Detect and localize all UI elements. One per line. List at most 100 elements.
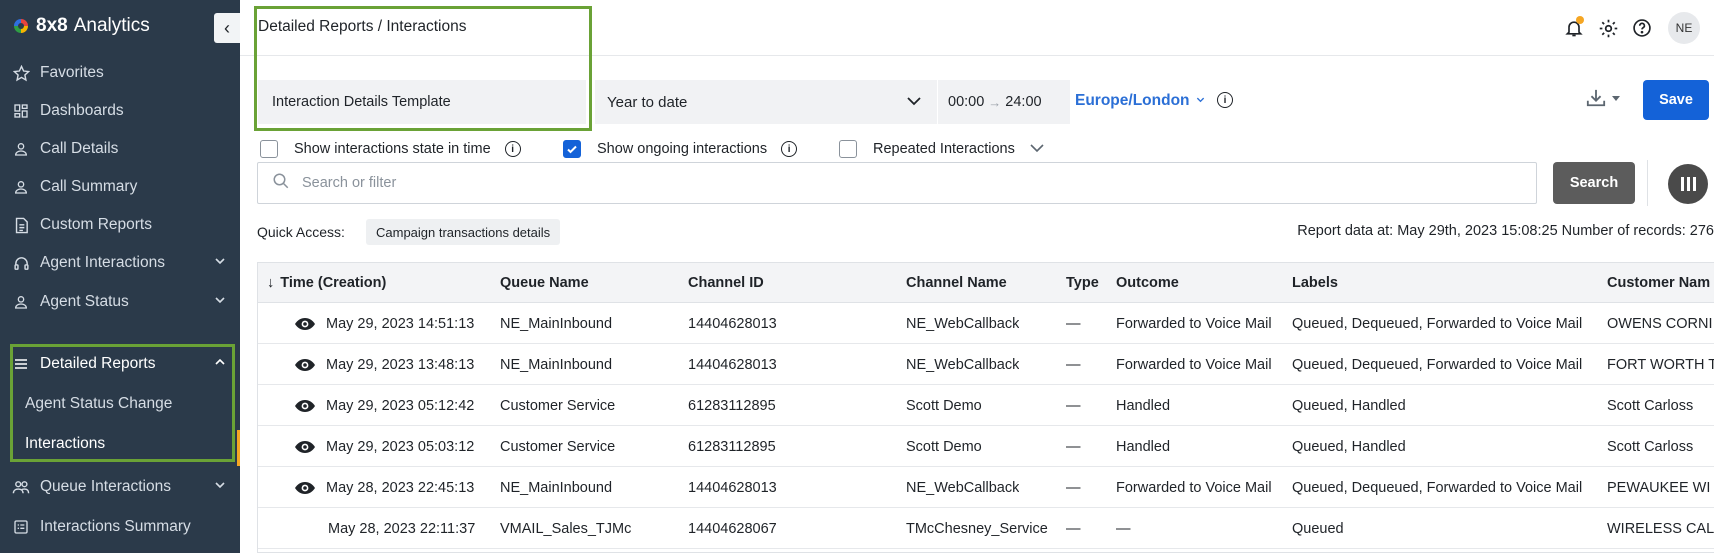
cell-labels: Queued, Handled — [1292, 438, 1406, 455]
eye-icon[interactable] — [294, 440, 316, 454]
period-select[interactable]: Year to date — [595, 80, 937, 124]
interactions-table: ↓ Time (Creation) Queue Name Channel ID … — [257, 262, 1714, 553]
toolbar-divider — [1647, 160, 1648, 206]
person-icon — [12, 140, 30, 158]
repeated-interactions-checkbox[interactable] — [839, 140, 857, 158]
cell-time: May 29, 2023 13:48:13 — [326, 356, 475, 373]
sidebar-item-label: Custom Reports — [40, 216, 152, 233]
column-header-customer-name[interactable]: Customer Nam — [1607, 263, 1710, 303]
table-row[interactable]: May 29, 2023 05:12:42 Customer Service 612… — [258, 385, 1714, 426]
table-row[interactable]: May 29, 2023 14:51:13 NE_MainInbound 14404… — [258, 303, 1714, 344]
cell-queue-name: VMAIL_Sales_TJMc — [500, 520, 632, 537]
sidebar: 8x8 Analytics ‹ Favorites Dashboards Cal… — [0, 0, 240, 553]
highlight-frame-header — [254, 6, 592, 131]
download-icon — [1586, 89, 1606, 107]
brand-logo-icon — [14, 19, 28, 33]
sidebar-item-label: Agent Status — [40, 293, 129, 310]
timezone-select[interactable]: Europe/London — [1075, 92, 1205, 110]
cell-channel-name: TMcChesney_Service — [906, 520, 1048, 537]
cell-channel-name: NE_WebCallback — [906, 356, 1020, 373]
table-row[interactable]: May 29, 2023 05:03:12 Customer Service 612… — [258, 426, 1714, 467]
cell-customer-name: FORT WORTH T — [1607, 356, 1714, 373]
cell-customer-name: OWENS CORNI — [1607, 315, 1713, 332]
option-label: Repeated Interactions — [873, 141, 1015, 157]
table-header: ↓ Time (Creation) Queue Name Channel ID … — [258, 263, 1714, 303]
column-header-queue-name[interactable]: Queue Name — [500, 263, 589, 303]
cell-queue-name: NE_MainInbound — [500, 315, 613, 332]
cell-queue-name: NE_MainInbound — [500, 479, 613, 496]
arrow-right-icon: → — [988, 94, 1002, 110]
eye-icon[interactable] — [294, 399, 316, 413]
option-repeated: Repeated Interactions — [839, 138, 1045, 160]
sidebar-item-label: Call Details — [40, 140, 119, 157]
option-label: Show ongoing interactions — [597, 141, 768, 157]
cell-channel-id: 14404628013 — [688, 356, 777, 373]
help-button[interactable] — [1626, 12, 1658, 44]
columns-icon-bar — [1692, 177, 1696, 191]
chevron-down-icon — [214, 479, 226, 494]
notifications-button[interactable] — [1558, 12, 1590, 44]
cell-time: May 29, 2023 14:51:13 — [326, 315, 475, 332]
table-row[interactable]: May 29, 2023 13:48:13 NE_MainInbound 14404… — [258, 344, 1714, 385]
column-header-channel-id[interactable]: Channel ID — [688, 263, 764, 303]
sidebar-item-favorites[interactable]: Favorites — [0, 53, 240, 93]
avatar[interactable]: NE — [1668, 12, 1700, 44]
sidebar-item-call-details[interactable]: Call Details — [0, 129, 240, 169]
timezone-value: Europe/London — [1075, 92, 1190, 109]
sidebar-item-agent-interactions[interactable]: Agent Interactions — [0, 243, 240, 283]
cell-time: May 29, 2023 05:03:12 — [326, 438, 475, 455]
highlight-frame-sidebar — [10, 344, 235, 462]
download-button[interactable] — [1585, 88, 1621, 108]
cell-time: May 28, 2023 22:11:37 — [328, 520, 476, 537]
sidebar-item-agent-status[interactable]: Agent Status — [0, 282, 240, 322]
brand-name: Analytics — [73, 15, 150, 36]
cell-outcome: Handled — [1116, 438, 1171, 455]
column-settings-button[interactable] — [1668, 164, 1708, 204]
sidebar-item-dashboards[interactable]: Dashboards — [0, 91, 240, 131]
cell-customer-name: WIRELESS CAL — [1607, 520, 1714, 537]
chevron-down-icon — [214, 294, 226, 309]
table-row[interactable]: May 28, 2023 22:45:13 NE_MainInbound 14404… — [258, 467, 1714, 508]
quick-access-chip[interactable]: Campaign transactions details — [366, 219, 561, 245]
sidebar-item-queue-interactions[interactable]: Queue Interactions — [0, 467, 240, 507]
eye-icon[interactable] — [294, 358, 316, 372]
sidebar-item-label: Call Summary — [40, 178, 138, 195]
column-header-labels[interactable]: Labels — [1292, 263, 1338, 303]
chevron-down-icon — [1196, 95, 1205, 107]
sidebar-item-interactions-summary[interactable]: Interactions Summary — [0, 507, 240, 547]
cell-type: — — [1066, 479, 1081, 496]
document-icon — [12, 216, 30, 234]
header-actions: NE — [1558, 12, 1714, 44]
group-icon — [12, 478, 30, 496]
table-row[interactable]: May 28, 2023 22:11:37 VMAIL_Sales_TJMc 144… — [258, 508, 1714, 549]
cell-time: May 29, 2023 05:12:42 — [326, 397, 475, 414]
info-icon[interactable]: i — [1217, 92, 1233, 108]
show-state-checkbox[interactable] — [260, 140, 278, 158]
cell-queue-name: Customer Service — [500, 438, 616, 455]
time-range-input[interactable]: 00:00 → 24:00 — [938, 80, 1070, 124]
search-input[interactable] — [302, 175, 1402, 191]
caret-down-icon — [1612, 96, 1620, 101]
column-header-outcome[interactable]: Outcome — [1116, 263, 1179, 303]
info-icon[interactable]: i — [781, 141, 798, 157]
column-header-channel-name[interactable]: Channel Name — [906, 263, 1007, 303]
eye-icon[interactable] — [294, 481, 316, 495]
search-button[interactable]: Search — [1553, 162, 1635, 204]
cell-queue-name: Customer Service — [500, 397, 616, 414]
collapse-sidebar-button[interactable]: ‹ — [214, 13, 240, 43]
eye-icon[interactable] — [294, 317, 316, 331]
settings-button[interactable] — [1592, 12, 1624, 44]
column-header-time[interactable]: ↓ Time (Creation) — [267, 263, 386, 303]
chevron-down-icon[interactable] — [1029, 142, 1045, 157]
info-icon[interactable]: i — [504, 141, 521, 157]
chevron-down-icon — [905, 92, 923, 114]
option-show-ongoing: Show ongoing interactions i — [563, 138, 798, 160]
option-label: Show interactions state in time — [294, 141, 491, 157]
cell-labels: Queued — [1292, 520, 1344, 537]
sidebar-item-custom-reports[interactable]: Custom Reports — [0, 205, 240, 245]
show-ongoing-checkbox[interactable] — [563, 140, 581, 158]
save-button[interactable]: Save — [1643, 80, 1709, 120]
sidebar-item-call-summary[interactable]: Call Summary — [0, 167, 240, 207]
column-header-type[interactable]: Type — [1066, 263, 1099, 303]
cell-type: — — [1066, 520, 1081, 537]
